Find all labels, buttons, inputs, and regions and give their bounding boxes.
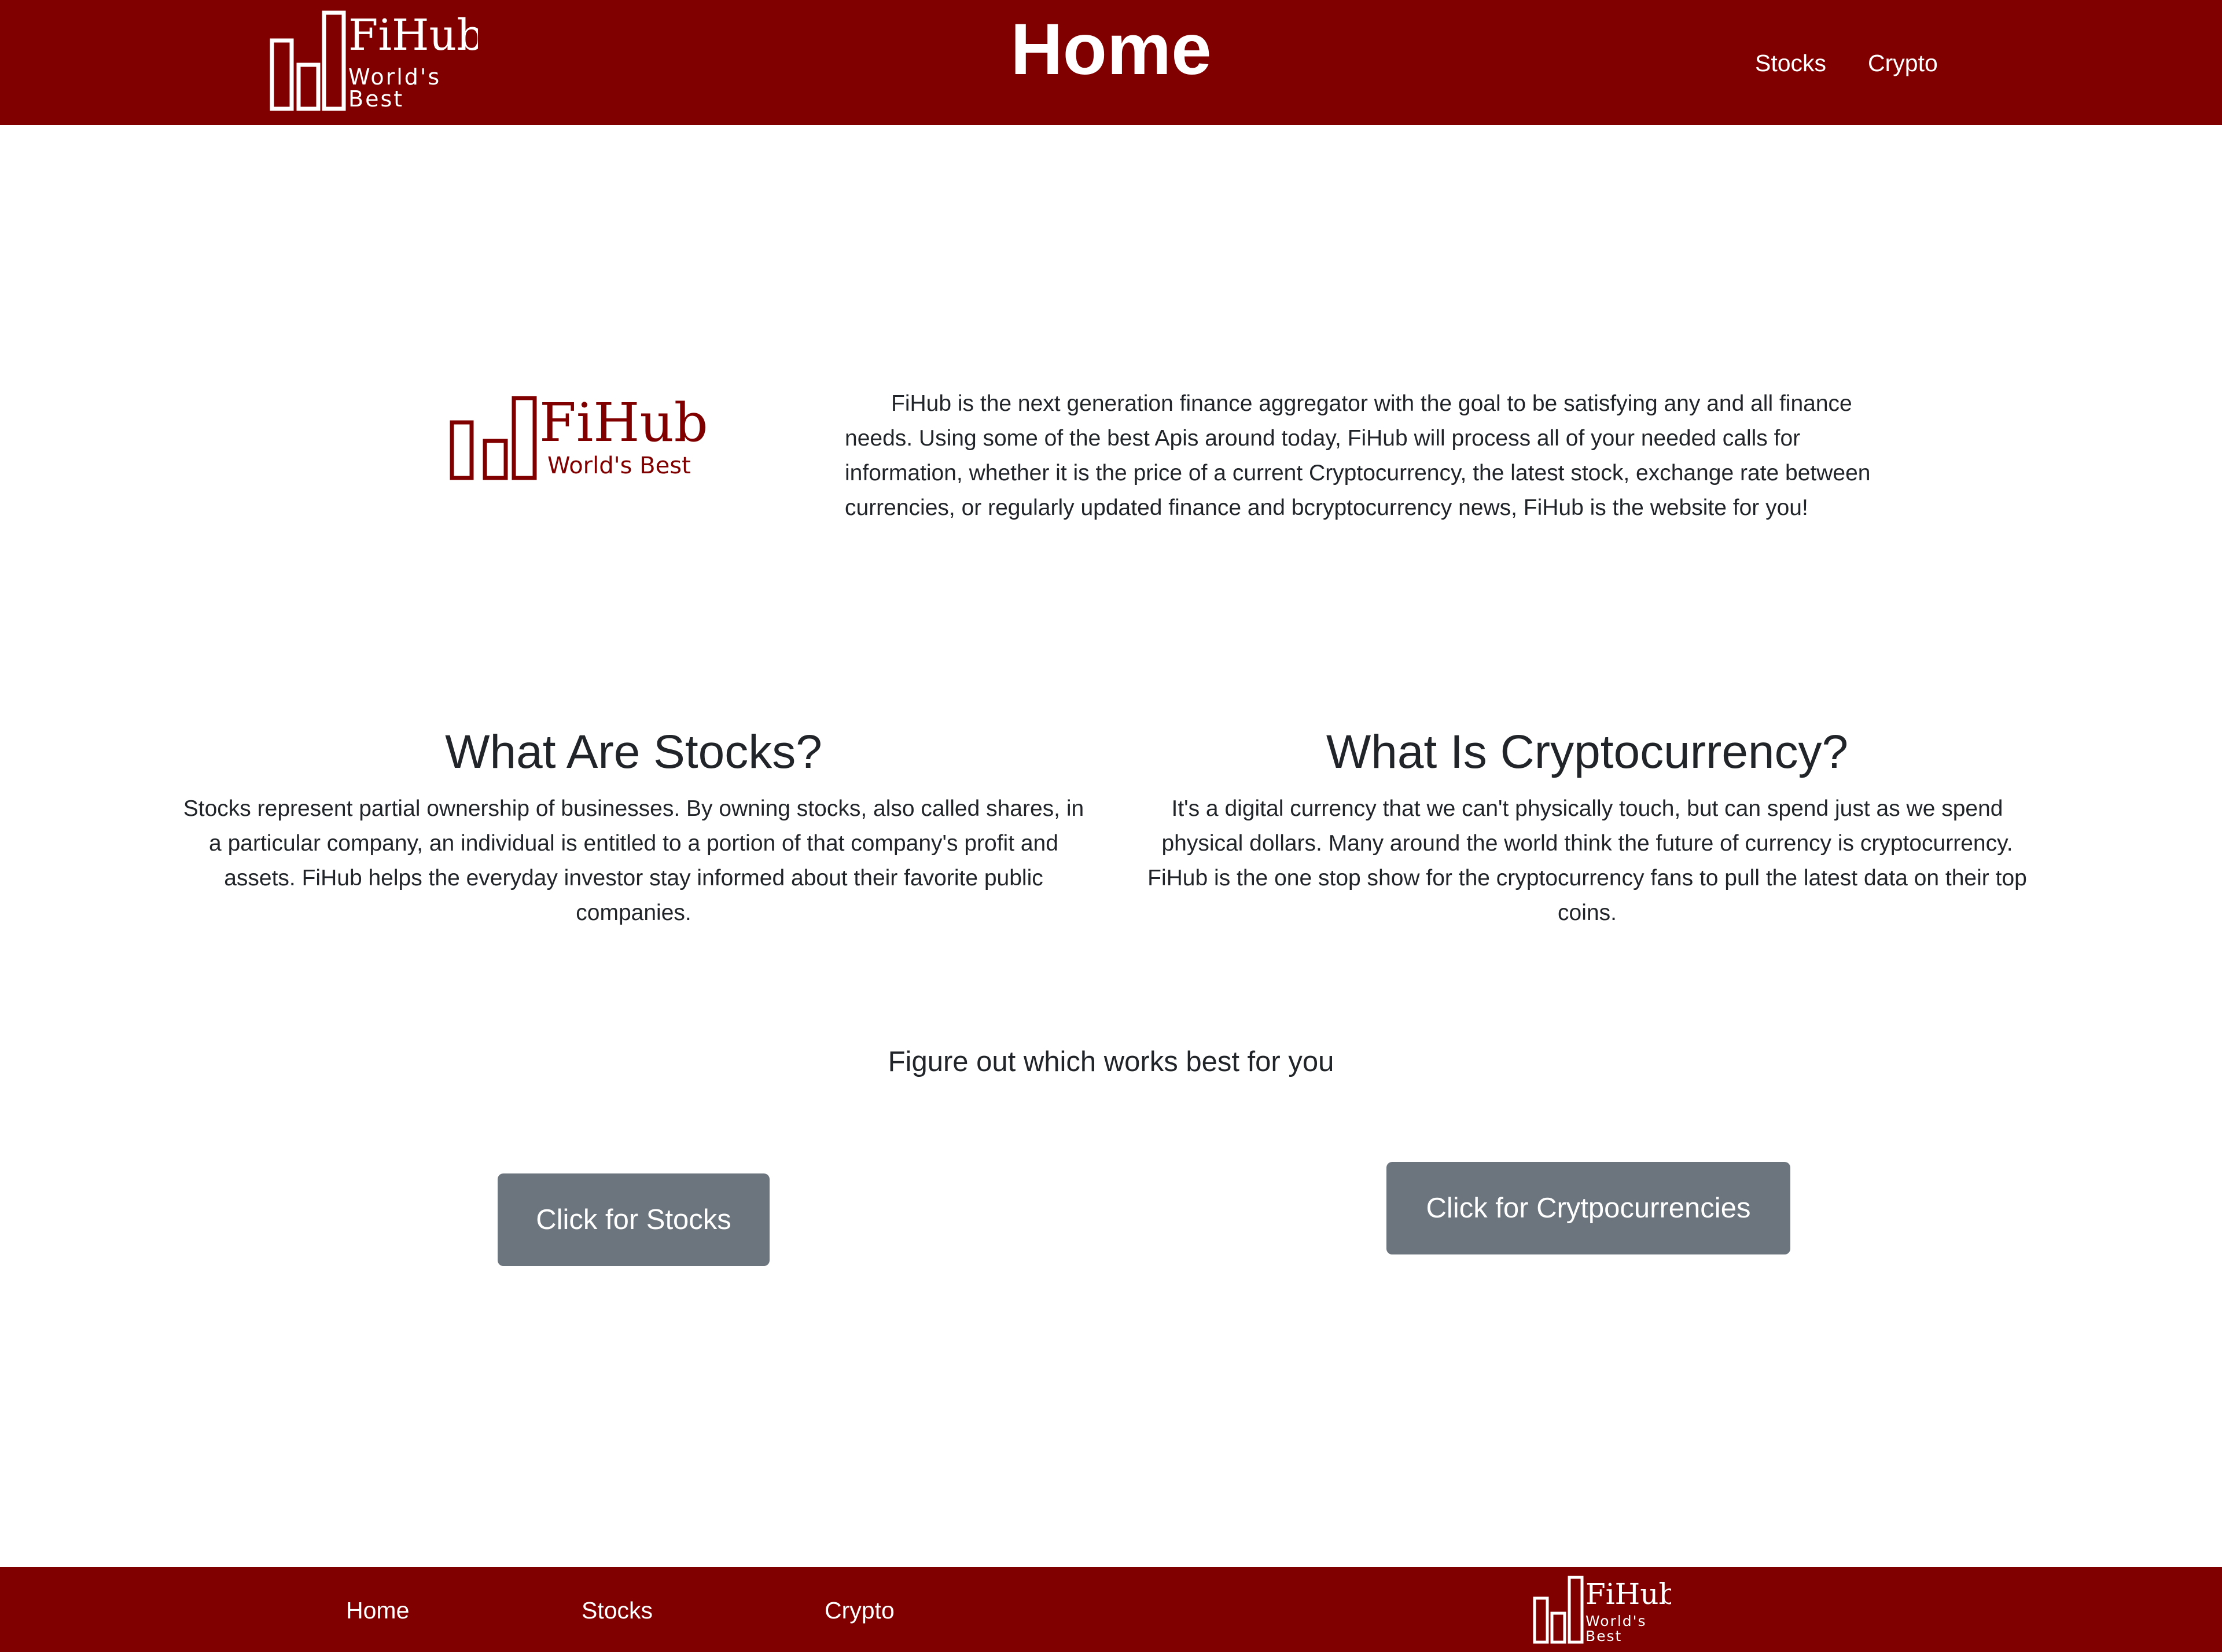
stocks-description: Stocks represent partial ownership of bu… xyxy=(183,796,1084,925)
logo-bar-1 xyxy=(450,420,474,480)
logo-tagline-line2: Best xyxy=(1585,1628,1622,1644)
logo-tagline: World's Best xyxy=(547,452,691,479)
logo-bar-3 xyxy=(512,396,537,480)
logo-bar-3 xyxy=(1568,1576,1584,1644)
footer-link-stocks[interactable]: Stocks xyxy=(582,1596,653,1625)
logo-wordmark: FiHub xyxy=(539,395,708,454)
footer: Home Stocks Crypto FiHub World's Best xyxy=(0,1567,2222,1652)
logo-tagline-line2: Best xyxy=(348,86,404,112)
header-logo[interactable]: FiHub World's Best xyxy=(270,9,478,112)
about-text: FiHub is the next generation finance agg… xyxy=(845,391,1871,520)
logo-bar-2 xyxy=(483,439,508,480)
top-navbar: FiHub World's Best Home Stocks Crypto xyxy=(0,0,2222,125)
footer-logo[interactable]: FiHub World's Best xyxy=(1532,1575,1671,1644)
page-title: Home xyxy=(1010,9,1212,90)
logo-wordmark: FiHub xyxy=(1585,1577,1671,1611)
stocks-button[interactable]: Click for Stocks xyxy=(498,1173,770,1266)
logo-bar-3 xyxy=(322,10,346,111)
crypto-description: It's a digital currency that we can't ph… xyxy=(1147,796,2027,925)
logo-tagline-line1: World's xyxy=(1585,1613,1647,1629)
nav-link-stocks[interactable]: Stocks xyxy=(1755,49,1826,78)
logo-bar-2 xyxy=(296,62,321,111)
comparison-prompt: Figure out which works best for you xyxy=(888,1046,1334,1077)
logo-bar-1 xyxy=(1533,1596,1549,1644)
hero-logo: FiHub World's Best xyxy=(450,395,708,480)
nav-link-crypto[interactable]: Crypto xyxy=(1868,49,1938,78)
footer-link-home[interactable]: Home xyxy=(346,1596,409,1625)
logo-wordmark: FiHub xyxy=(348,10,478,60)
crypto-button[interactable]: Click for Crytpocurrencies xyxy=(1386,1162,1790,1254)
logo-bar-1 xyxy=(270,38,294,111)
footer-link-crypto[interactable]: Crypto xyxy=(825,1596,895,1625)
crypto-heading: What Is Cryptocurrency? xyxy=(1326,726,1849,778)
about-paragraph: FiHub is the next generation finance agg… xyxy=(845,387,1886,525)
stocks-heading: What Are Stocks? xyxy=(445,726,822,778)
logo-bar-2 xyxy=(1550,1611,1566,1644)
